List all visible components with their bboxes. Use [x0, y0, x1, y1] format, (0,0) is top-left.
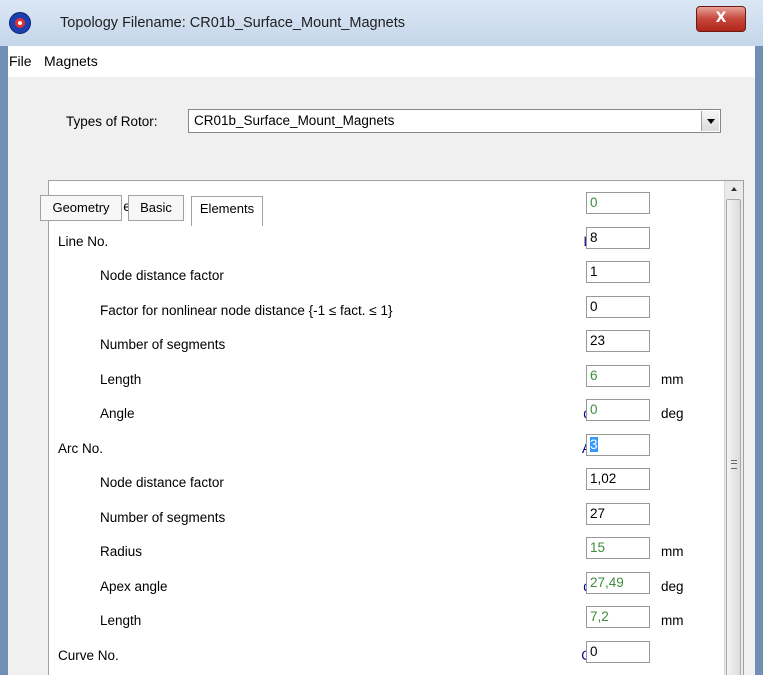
- row-value-field[interactable]: 1: [586, 261, 650, 283]
- rotor-type-label: Types of Rotor:: [66, 114, 158, 129]
- row-label: Length: [100, 371, 142, 387]
- row-label: Apex angle: [100, 578, 168, 594]
- row-label: Line No.: [58, 233, 109, 249]
- row-value-field[interactable]: 8: [586, 226, 650, 249]
- row-label: Curve No.: [58, 647, 119, 663]
- element-row: Radiusr15mm: [49, 531, 709, 565]
- row-value: 3: [590, 436, 598, 452]
- row-value: 0: [590, 195, 598, 210]
- row-value-field[interactable]: 23: [586, 330, 650, 352]
- element-row: Node distance factor 1: [49, 255, 709, 289]
- element-row: Number of segments 23: [49, 324, 709, 358]
- menu-file[interactable]: File: [9, 53, 32, 69]
- row-label: Length: [100, 613, 142, 628]
- scroll-grip-icon: [731, 460, 737, 469]
- row-value-field[interactable]: 15: [586, 537, 650, 559]
- row-value: 27: [590, 505, 606, 521]
- elements-panel: Display all elements0Line No.L8Node dist…: [48, 180, 744, 675]
- rotor-type-value: CR01b_Surface_Mount_Magnets: [194, 113, 395, 128]
- vertical-scrollbar[interactable]: [724, 181, 743, 675]
- row-value-field[interactable]: 0: [586, 295, 650, 318]
- row-unit: mm: [661, 544, 684, 559]
- row-value-field[interactable]: 0: [586, 399, 650, 421]
- row-value: 27,49: [590, 574, 624, 590]
- row-value: 15: [590, 540, 606, 555]
- row-value-field[interactable]: 0: [586, 192, 650, 214]
- element-row: Factor for nonlinear node distance {-1 ≤…: [49, 290, 709, 324]
- element-row: Line No.L8: [49, 221, 709, 255]
- row-value-field[interactable]: 1,02: [586, 468, 650, 490]
- element-row: Curve No.C0: [49, 635, 709, 669]
- row-label: Factor for nonlinear node distance {-1 ≤…: [100, 302, 393, 318]
- row-value: 0: [590, 643, 598, 659]
- row-value: 1: [590, 264, 598, 279]
- element-row: Angleα0deg: [49, 393, 709, 427]
- element-row: Lengthl6mm: [49, 359, 709, 393]
- row-value: 0: [590, 402, 598, 417]
- menu-magnets[interactable]: Magnets: [44, 53, 98, 69]
- row-label: Arc No.: [58, 440, 104, 456]
- row-unit: mm: [661, 613, 684, 628]
- scroll-up-arrow-icon[interactable]: [725, 181, 743, 198]
- app-icon: [9, 12, 31, 34]
- row-value-field[interactable]: 7,2: [586, 606, 650, 628]
- row-label: Node distance factor: [100, 475, 224, 490]
- row-label: Angle: [100, 406, 135, 421]
- row-value: 1,02: [590, 471, 617, 486]
- row-value-field[interactable]: 27: [586, 502, 650, 525]
- row-unit: deg: [661, 578, 684, 594]
- tab-geometry[interactable]: Geometry: [40, 195, 122, 221]
- element-row: Arc No.A3: [49, 428, 709, 462]
- row-label: Node distance factor: [100, 268, 224, 283]
- row-value: 23: [590, 333, 606, 348]
- window-body: File Magnets Types of Rotor: CR01b_Surfa…: [8, 46, 755, 675]
- row-label: Radius: [100, 544, 143, 559]
- element-row: Number of segments 27: [49, 497, 709, 531]
- scroll-thumb[interactable]: [726, 199, 741, 675]
- title-bar: Topology Filename: CR01b_Surface_Mount_M…: [0, 0, 763, 46]
- row-unit: mm: [661, 371, 684, 387]
- row-value-field[interactable]: 3: [586, 433, 650, 456]
- dropdown-arrow-icon[interactable]: [701, 111, 719, 131]
- row-label: Number of segments: [100, 509, 226, 525]
- element-row: Lengthl7,2mm: [49, 600, 709, 634]
- element-row: Node distance factor 1,02: [49, 462, 709, 496]
- tab-basic[interactable]: Basic: [128, 195, 184, 221]
- row-value-field[interactable]: 0: [586, 640, 650, 663]
- rotor-type-select[interactable]: CR01b_Surface_Mount_Magnets: [188, 109, 721, 133]
- row-value-field[interactable]: 6: [586, 364, 650, 387]
- row-label: Number of segments: [100, 337, 226, 352]
- tab-elements[interactable]: Elements: [191, 196, 263, 226]
- row-value: 6: [590, 367, 598, 383]
- menu-bar: File Magnets: [8, 46, 755, 77]
- element-row: Apex angleα27,49deg: [49, 566, 709, 600]
- close-button[interactable]: X: [696, 6, 746, 32]
- row-value: 7,2: [590, 609, 609, 624]
- window-title: Topology Filename: CR01b_Surface_Mount_M…: [60, 15, 405, 31]
- row-unit: deg: [661, 406, 684, 421]
- row-value-field[interactable]: 27,49: [586, 571, 650, 594]
- row-value: 8: [590, 229, 598, 245]
- row-value: 0: [590, 298, 598, 314]
